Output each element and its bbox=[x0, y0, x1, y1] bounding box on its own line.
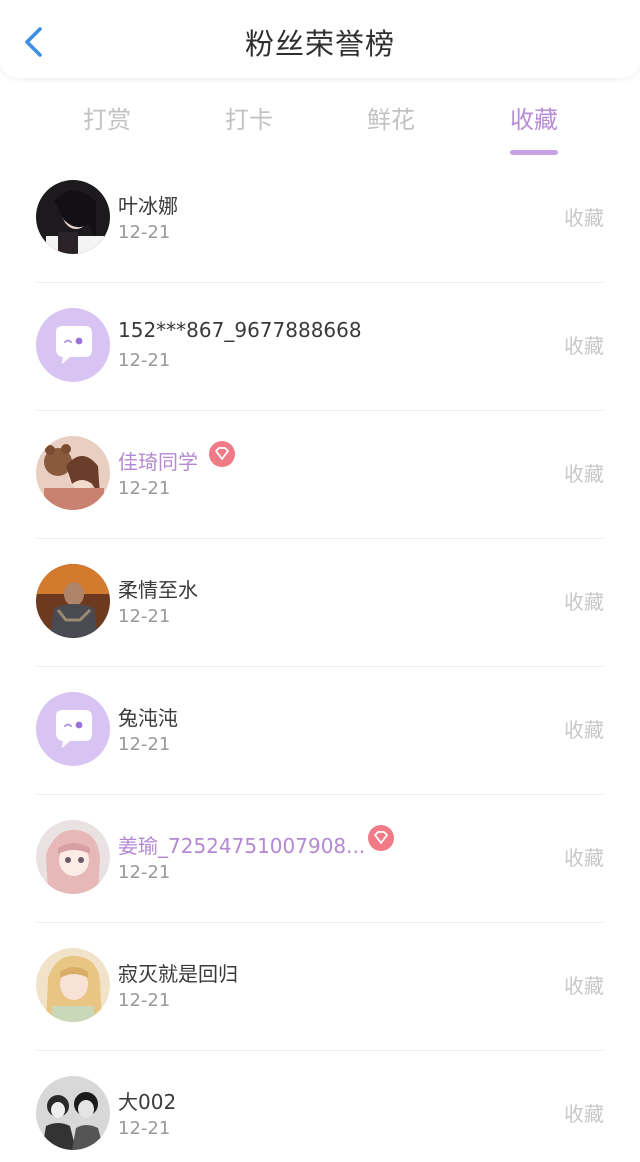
avatar bbox=[36, 692, 110, 766]
avatar bbox=[36, 820, 110, 894]
favorite-label: 收藏 bbox=[564, 206, 604, 230]
favorite-label: 收藏 bbox=[564, 462, 604, 486]
favorite-label: 收藏 bbox=[564, 718, 604, 742]
fan-name: 兔沌沌 bbox=[118, 706, 178, 730]
fan-name: 152***867_9677888668 bbox=[118, 318, 362, 342]
favorite-label: 收藏 bbox=[564, 974, 604, 998]
fan-date: 12-21 bbox=[118, 990, 171, 1011]
divider bbox=[36, 1050, 604, 1051]
favorite-label: 收藏 bbox=[564, 590, 604, 614]
fan-name: 姜瑜_72524751007908... bbox=[118, 834, 366, 858]
fan-date: 12-21 bbox=[118, 606, 171, 627]
fan-name: 叶冰娜 bbox=[118, 194, 178, 218]
avatar bbox=[36, 436, 110, 510]
avatar bbox=[36, 1076, 110, 1150]
favorite-label: 收藏 bbox=[564, 334, 604, 358]
avatar bbox=[36, 180, 110, 254]
tab-checkin[interactable]: 打卡 bbox=[189, 100, 309, 135]
tab-reward[interactable]: 打赏 bbox=[47, 100, 167, 135]
fan-name: 佳琦同学 bbox=[118, 450, 198, 474]
list-item[interactable]: 兔沌沌 12-21 收藏 bbox=[0, 666, 640, 794]
chat-bubble-icon bbox=[36, 692, 110, 766]
divider bbox=[36, 410, 604, 411]
fan-date: 12-21 bbox=[118, 1118, 171, 1139]
tab-bar: 打赏 打卡 鲜花 收藏 bbox=[0, 88, 640, 155]
fan-date: 12-21 bbox=[118, 350, 171, 371]
divider bbox=[36, 794, 604, 795]
list-item[interactable]: 大002 12-21 收藏 bbox=[0, 1050, 640, 1162]
fan-name: 寂灭就是回归 bbox=[118, 962, 238, 986]
divider bbox=[36, 666, 604, 667]
avatar bbox=[36, 564, 110, 638]
divider bbox=[36, 922, 604, 923]
fan-name: 大002 bbox=[118, 1090, 177, 1114]
fan-date: 12-21 bbox=[118, 222, 171, 243]
diamond-badge-icon bbox=[209, 441, 235, 467]
favorite-label: 收藏 bbox=[564, 846, 604, 870]
tab-flowers[interactable]: 鲜花 bbox=[331, 100, 451, 135]
avatar bbox=[36, 308, 110, 382]
fan-list: 叶冰娜 12-21 收藏 152***867_9677888668 12-21 … bbox=[0, 154, 640, 1162]
fan-date: 12-21 bbox=[118, 478, 171, 499]
page-title: 粉丝荣誉榜 bbox=[244, 27, 395, 61]
list-item[interactable]: 姜瑜_72524751007908... 12-21 收藏 bbox=[0, 794, 640, 922]
divider bbox=[36, 538, 604, 539]
fan-name: 柔情至水 bbox=[118, 578, 198, 602]
diamond-badge-icon bbox=[368, 825, 394, 851]
list-item[interactable]: 佳琦同学 12-21 收藏 bbox=[0, 410, 640, 538]
favorite-label: 收藏 bbox=[564, 1102, 604, 1126]
list-item[interactable]: 叶冰娜 12-21 收藏 bbox=[0, 154, 640, 282]
fan-date: 12-21 bbox=[118, 862, 171, 883]
list-item[interactable]: 152***867_9677888668 12-21 收藏 bbox=[0, 282, 640, 410]
tab-favorites[interactable]: 收藏 bbox=[474, 100, 594, 155]
divider bbox=[36, 282, 604, 283]
list-item[interactable]: 寂灭就是回归 12-21 收藏 bbox=[0, 922, 640, 1050]
fan-date: 12-21 bbox=[118, 734, 171, 755]
list-item[interactable]: 柔情至水 12-21 收藏 bbox=[0, 538, 640, 666]
chat-bubble-icon bbox=[36, 308, 110, 382]
avatar bbox=[36, 948, 110, 1022]
